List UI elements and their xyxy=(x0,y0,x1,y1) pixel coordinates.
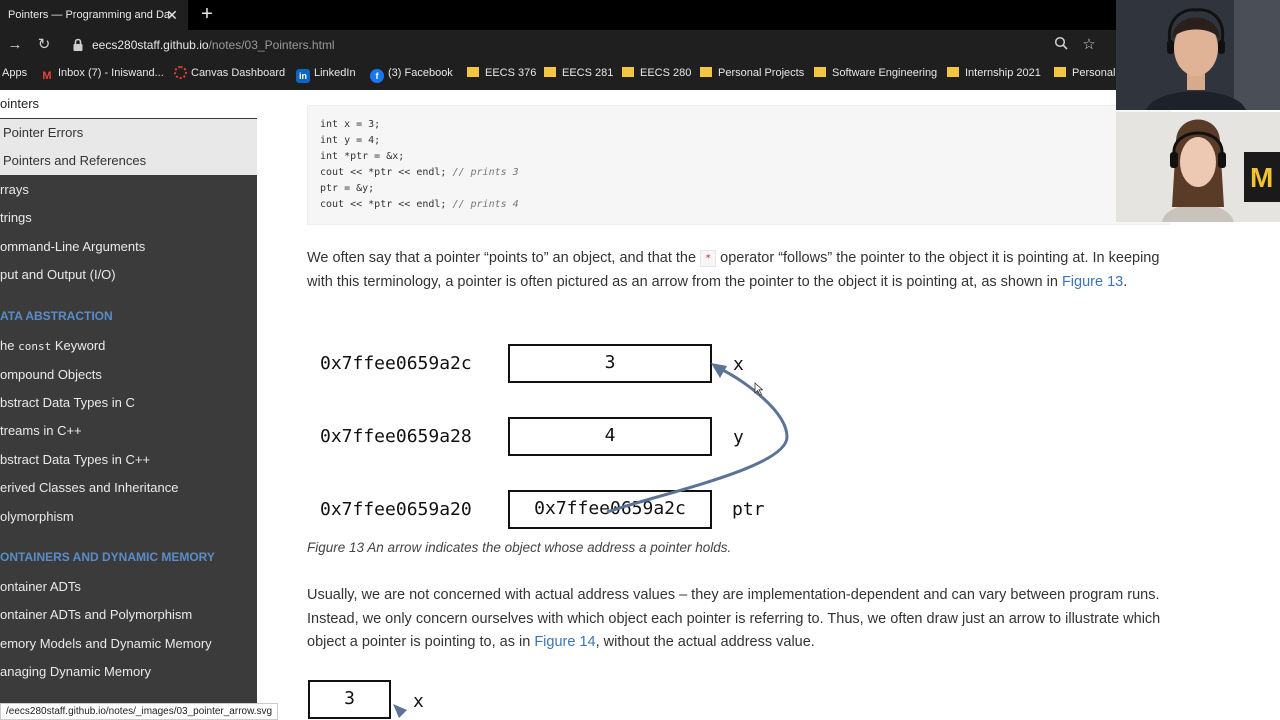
sidebar-item-streams[interactable]: treams in C++ xyxy=(0,423,82,438)
bookmark-internship-2021[interactable]: Internship 2021 xyxy=(947,60,1041,90)
bookmark-personal-projects[interactable]: Personal Projects xyxy=(700,60,804,90)
bookmark-apps[interactable]: Apps xyxy=(2,60,27,90)
code-line: cout << *ptr << endl; // prints 4 xyxy=(320,199,519,210)
bookmark-software-engineering[interactable]: Software Engineering xyxy=(814,60,937,90)
sidebar-item-adt-c[interactable]: bstract Data Types in C xyxy=(0,395,135,410)
lock-icon xyxy=(72,38,84,52)
paragraph-address-values: Usually, we are not concerned with actua… xyxy=(307,587,1161,650)
reload-icon[interactable]: ↻ xyxy=(35,36,53,54)
bookmark-eecs376[interactable]: EECS 376 xyxy=(467,60,536,90)
forward-icon[interactable]: → xyxy=(6,36,24,54)
paragraph-pointer-terminology: We often say that a pointer “points to” … xyxy=(307,250,1160,290)
close-tab-icon[interactable]: ✕ xyxy=(164,7,180,23)
canvas-icon xyxy=(174,66,187,79)
sidebar-heading-data-abstraction: ATA ABSTRACTION xyxy=(0,309,113,323)
tab-strip: Pointers — Programming and Da ✕ + xyxy=(0,0,1116,30)
sidebar-item-container-adts[interactable]: ontainer ADTs xyxy=(0,579,81,594)
bookmark-eecs281[interactable]: EECS 281 xyxy=(544,60,613,90)
address-bar[interactable]: eecs280staff.github.io/notes/03_Pointers… xyxy=(92,38,335,52)
sidebar-item-derived-classes[interactable]: erived Classes and Inheritance xyxy=(0,480,179,495)
sidebar-nav: ointers Pointer Errors Pointers and Refe… xyxy=(0,90,257,720)
code-line: ptr = &y; xyxy=(320,183,375,194)
bookmark-eecs280[interactable]: EECS 280 xyxy=(622,60,691,90)
code-line: cout << *ptr << endl; // prints 3 xyxy=(320,167,519,178)
pointer-arrow xyxy=(393,704,407,718)
bookmark-star-icon[interactable]: ☆ xyxy=(1080,36,1098,54)
participant-video: M xyxy=(1116,112,1280,222)
folder-icon xyxy=(544,67,556,77)
tab-pointers[interactable]: Pointers — Programming and Da xyxy=(0,0,188,30)
sidebar-item-polymorphism[interactable]: olymorphism xyxy=(0,509,74,524)
sidebar-item-pointer-errors[interactable]: Pointer Errors xyxy=(0,119,257,147)
sidebar-item-arrays[interactable]: rrays xyxy=(0,182,29,197)
zoom-icon[interactable] xyxy=(1052,36,1070,54)
code-line: int y = 4; xyxy=(320,135,381,146)
sidebar-item-compound-objects[interactable]: ompound Objects xyxy=(0,367,102,382)
sidebar-item-pointers[interactable]: ointers xyxy=(0,90,257,118)
sidebar-item-container-polymorphism[interactable]: ontainer ADTs and Polymorphism xyxy=(0,607,192,622)
folder-icon xyxy=(814,67,826,77)
folder-icon xyxy=(700,67,712,77)
folder-icon xyxy=(467,67,479,77)
sidebar-item-pointers-references[interactable]: Pointers and References xyxy=(0,147,257,175)
linkedin-icon: in xyxy=(296,69,310,83)
new-tab-icon[interactable]: + xyxy=(196,4,218,26)
bookmark-canvas[interactable]: Canvas Dashboard xyxy=(174,60,285,90)
code-block: int x = 3; int y = 4; int *ptr = &x; cou… xyxy=(307,105,1170,225)
code-line: int *ptr = &x; xyxy=(320,151,405,162)
status-bar-url: /eecs280staff.github.io/notes/_images/03… xyxy=(0,703,279,720)
webcam-tile xyxy=(1116,0,1280,110)
bookmark-facebook[interactable]: f (3) Facebook xyxy=(370,60,453,90)
sidebar-item-managing-memory[interactable]: anaging Dynamic Memory xyxy=(0,664,151,679)
sidebar-heading-containers: ONTAINERS AND DYNAMIC MEMORY xyxy=(0,550,215,564)
tab-title: Pointers — Programming and Da xyxy=(8,9,171,21)
facebook-icon: f xyxy=(370,69,384,83)
variable-name: x xyxy=(413,691,424,712)
folder-icon xyxy=(622,67,634,77)
browser-toolbar: → ↻ eecs280staff.github.io/notes/03_Poin… xyxy=(0,30,1116,60)
folder-icon xyxy=(947,67,959,77)
sidebar-item-adt-cpp[interactable]: bstract Data Types in C++ xyxy=(0,452,150,467)
bookmarks-bar: Apps M Inbox (7) - Iniswand... Canvas Das… xyxy=(0,60,1116,90)
bookmark-inbox[interactable]: M Inbox (7) - Iniswand... xyxy=(40,60,163,90)
folder-icon xyxy=(1054,67,1066,77)
figure-13-caption: Figure 13 An arrow indicates the object … xyxy=(307,540,732,555)
sidebar-item-strings[interactable]: trings xyxy=(0,210,32,225)
sidebar-item-const-keyword[interactable]: he const Keyword xyxy=(0,338,105,353)
participant-video xyxy=(1116,0,1280,110)
deref-operator-code: * xyxy=(700,250,717,267)
bookmark-linkedin[interactable]: in LinkedIn xyxy=(296,60,356,90)
sidebar-item-io[interactable]: put and Output (I/O) xyxy=(0,267,116,282)
svg-text:M: M xyxy=(1250,162,1273,193)
mouse-cursor-icon xyxy=(754,382,763,396)
sidebar-item-memory-models[interactable]: emory Models and Dynamic Memory xyxy=(0,636,212,651)
code-line: int x = 3; xyxy=(320,119,381,130)
figure-13-link[interactable]: Figure 13 xyxy=(1062,274,1123,290)
figure-14: 3 x xyxy=(307,678,462,720)
figure-14-link[interactable]: Figure 14 xyxy=(534,634,595,650)
pointer-arrow xyxy=(606,363,789,514)
webcam-tile: M xyxy=(1116,112,1280,222)
memory-box-x: 3 xyxy=(308,680,391,719)
gmail-icon: M xyxy=(42,70,52,82)
sidebar-item-command-line[interactable]: ommand-Line Arguments xyxy=(0,239,145,254)
figure-13: 0x7ffee0659a2c 3 x 0x7ffee0659a28 4 y 0x… xyxy=(307,342,799,532)
bookmark-personal[interactable]: Personal xyxy=(1054,60,1115,90)
